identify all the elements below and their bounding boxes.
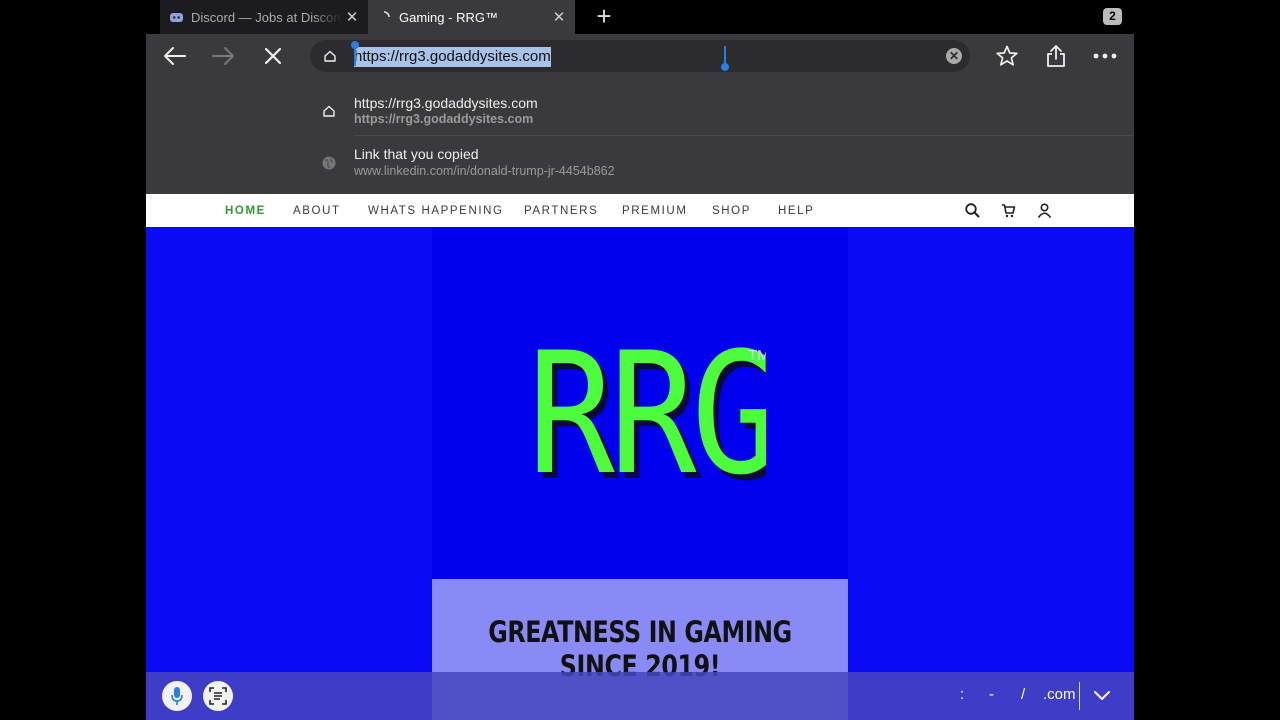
divider [1079,682,1080,710]
microphone-icon [171,687,183,705]
suggestion-url: https://rrg3.godaddysites.com [354,112,534,126]
web-page: HOME ABOUT WHATS HAPPENING PARTNERS PREM… [146,194,1134,720]
address-suggestions: https://rrg3.godaddysites.com https://rr… [146,78,1134,194]
left-letterbox [0,0,146,720]
clear-address-icon[interactable]: ✕ [946,48,962,64]
suggestion-url: www.linkedin.com/in/donald-trump-jr-4454… [354,164,615,178]
key-dash[interactable]: - [989,686,994,703]
forward-arrow-icon [212,47,234,65]
new-tab-button[interactable]: + [592,3,616,29]
share-icon [1047,45,1065,67]
scan-text-button[interactable] [203,681,233,711]
home-icon [323,105,335,117]
right-letterbox [1134,0,1280,720]
tab-gaming-rrg[interactable]: Gaming - RRG™ ✕ [368,0,575,34]
tab-discord[interactable]: Discord — Jobs at Discord ✕ [160,0,368,34]
tagline-line-1: GREATNESS IN GAMING [488,615,792,649]
more-icon [1093,53,1117,59]
tab-title: Discord — Jobs at Discord [191,9,342,25]
close-tab-icon[interactable]: ✕ [549,8,569,26]
nav-about[interactable]: ABOUT [293,194,341,227]
address-input[interactable]: https://rrg3.godaddysites.com [354,47,551,67]
loading-spinner-icon [377,10,391,24]
nav-partners[interactable]: PARTNERS [524,194,598,227]
voice-input-button[interactable] [162,681,192,711]
site-navigation: HOME ABOUT WHATS HAPPENING PARTNERS PREM… [146,194,1134,227]
nav-help[interactable]: HELP [778,194,814,227]
stop-loading-button[interactable] [258,42,288,70]
key-slash[interactable]: / [1021,686,1025,703]
svg-text:TM: TM [748,347,766,364]
suggestion-item[interactable]: https://rrg3.godaddysites.com https://rr… [146,88,1134,140]
suggestion-title: Link that you copied [354,146,479,162]
divider [354,135,1134,136]
account-icon[interactable] [1036,202,1053,219]
key-colon[interactable]: : [960,686,964,703]
chevron-down-icon[interactable] [1092,686,1112,706]
nav-home[interactable]: HOME [225,194,266,227]
back-arrow-icon [164,47,186,65]
tab-title: Gaming - RRG™ [399,9,498,25]
close-icon [264,47,282,65]
share-button[interactable] [1041,42,1071,70]
selection-start-handle[interactable] [351,41,359,66]
nav-premium[interactable]: PREMIUM [622,194,688,227]
selection-end-handle[interactable] [721,46,729,71]
back-button[interactable] [160,42,190,70]
key-dotcom[interactable]: .com [1043,686,1076,703]
star-icon [996,45,1018,66]
cart-icon[interactable] [1000,202,1017,219]
tab-count-button[interactable]: 2 [1103,8,1122,25]
globe-icon [322,156,336,170]
suggestion-title: https://rrg3.godaddysites.com [354,95,538,111]
nav-whats-happening[interactable]: WHATS HAPPENING [368,194,504,227]
favorite-button[interactable] [992,42,1022,70]
suggestion-item[interactable]: Link that you copied www.linkedin.com/in… [146,140,1134,192]
keyboard-accessory-bar: : - / .com [146,672,1134,720]
rrg-logo: RRG RRG TM [528,340,766,490]
browser-toolbar: https://rrg3.godaddysites.com ✕ [146,34,1134,78]
address-bar[interactable]: https://rrg3.godaddysites.com ✕ [310,40,970,72]
home-icon [324,50,336,62]
nav-shop[interactable]: SHOP [712,194,751,227]
more-button[interactable] [1090,42,1120,70]
svg-text:RRG: RRG [528,340,766,490]
search-icon[interactable] [964,202,981,219]
scan-text-icon [209,687,227,705]
tab-strip: Discord — Jobs at Discord ✕ Gaming - RRG… [0,0,1280,34]
hero-section: RRG RRG TM GREATNESS IN GAMING SINCE 201… [146,227,1134,720]
discord-icon [169,10,183,24]
close-tab-icon[interactable]: ✕ [342,8,362,26]
forward-button[interactable] [208,42,238,70]
